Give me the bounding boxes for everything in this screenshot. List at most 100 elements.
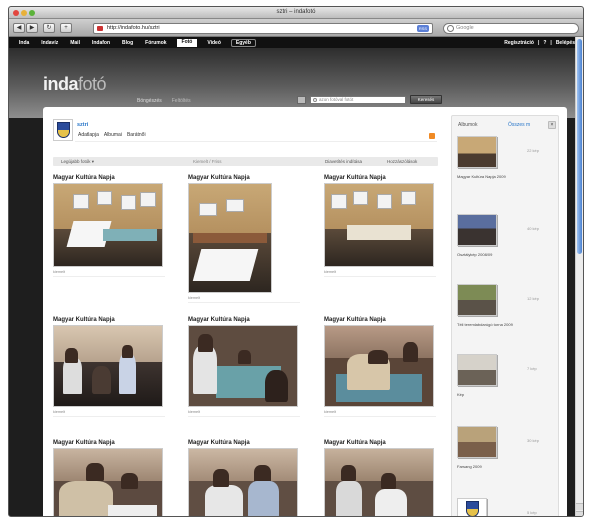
photo-grid: Magyar Kultúra Napja kiemelt Magyar Kult… <box>53 175 443 516</box>
photo-card: Magyar Kultúra Napja kiemelt <box>188 175 300 303</box>
photo-card: Magyar Kultúra Napja kiemelt <box>53 317 165 417</box>
add-bookmark-button[interactable]: + <box>60 23 72 33</box>
photo-thumbnail[interactable] <box>324 325 434 407</box>
photo-tag: kiemelt <box>324 270 337 274</box>
albums-title: Albumok <box>458 122 478 128</box>
photo-search-input[interactable]: azon fotóval fotót <box>310 95 406 104</box>
photo-title[interactable]: Magyar Kultúra Napja <box>324 440 436 446</box>
photo-card: Magyar Kultúra Napja <box>324 440 436 516</box>
user-name[interactable]: sztri <box>77 122 88 128</box>
browse-link[interactable]: Böngészés <box>137 98 162 104</box>
rss-feed-icon[interactable] <box>429 133 435 139</box>
url-text: http://indafoto.hu/sztri <box>107 25 160 31</box>
photo-thumbnail[interactable] <box>188 183 272 293</box>
photo-title[interactable]: Magyar Kultúra Napja <box>324 317 436 323</box>
nav-item-inda[interactable]: Inda <box>17 40 31 47</box>
tab-baratnoi[interactable]: Barátnői <box>127 132 146 141</box>
photo-thumbnail[interactable] <box>53 183 163 267</box>
nav-item-indaviz[interactable]: Indavíz <box>39 40 60 47</box>
album-item[interactable]: 40 kép Osztálykép 2008/09 <box>457 214 555 257</box>
filter-link[interactable]: Kiemelt / Friss <box>193 159 222 164</box>
photo-thumbnail[interactable] <box>188 325 298 407</box>
search-button[interactable]: Keresés <box>410 95 442 104</box>
nav-item-forumok[interactable]: Fórumok <box>143 40 168 47</box>
nav-item-mail[interactable]: Mail <box>68 40 82 47</box>
photo-tag: kiemelt <box>324 410 337 414</box>
album-thumbnail[interactable] <box>457 214 497 246</box>
album-name[interactable]: Téli teremlabdarúgó torna 2009 <box>457 322 555 327</box>
search-icon <box>313 97 317 102</box>
photo-thumbnail[interactable] <box>324 448 434 516</box>
album-thumbnail[interactable] <box>457 354 497 386</box>
rss-icon[interactable]: RSS <box>417 25 429 32</box>
page-scrollbar[interactable] <box>575 37 583 516</box>
album-item[interactable]: 5 kép <box>457 498 555 516</box>
reload-button[interactable]: ↻ <box>43 23 55 33</box>
indafoto-logo[interactable]: indafotó <box>43 74 107 95</box>
browser-toolbar: ◀ ▶ ↻ + http://indafoto.hu/sztri RSS Goo… <box>9 19 583 37</box>
photo-title[interactable]: Magyar Kultúra Napja <box>324 175 436 181</box>
photo-card: Magyar Kultúra Napja kiemelt <box>324 175 436 277</box>
album-name[interactable]: Osztálykép 2008/09 <box>457 252 555 257</box>
login-link[interactable]: Belépés <box>556 40 575 46</box>
photo-title[interactable]: Magyar Kultúra Napja <box>188 440 300 446</box>
search-option-icon[interactable] <box>297 95 306 104</box>
album-count: 22 kép <box>527 148 540 153</box>
back-button[interactable]: ◀ <box>13 23 25 33</box>
photo-title[interactable]: Magyar Kultúra Napja <box>53 440 165 446</box>
album-name[interactable]: Farsang 2009 <box>457 464 555 469</box>
nav-item-blog[interactable]: Blog <box>120 40 135 47</box>
photo-thumbnail[interactable] <box>53 325 163 407</box>
scrollbar-thumb[interactable] <box>577 39 582 254</box>
photo-title[interactable]: Magyar Kultúra Napja <box>53 175 165 181</box>
photo-tag: kiemelt <box>53 270 66 274</box>
site-favicon-icon <box>97 26 103 31</box>
magnifier-icon <box>447 25 454 32</box>
nav-separator: | <box>537 40 540 46</box>
all-albums-link[interactable]: Összes m <box>508 122 530 128</box>
photo-card: Magyar Kultúra Napja <box>188 440 300 516</box>
photo-title[interactable]: Magyar Kultúra Napja <box>188 175 300 181</box>
tab-adatlapja[interactable]: Adatlapja <box>78 132 99 141</box>
photo-card: Magyar Kultúra Napja kiemelt <box>188 317 300 417</box>
photo-thumbnail[interactable] <box>324 183 434 267</box>
album-count: 30 kép <box>527 438 540 443</box>
photo-thumbnail[interactable] <box>188 448 298 516</box>
nav-item-egyeb[interactable]: Egyéb <box>230 39 256 47</box>
school-crest-icon <box>466 501 479 516</box>
album-name[interactable]: Kép <box>457 392 555 397</box>
album-thumbnail[interactable] <box>457 426 497 458</box>
upload-link[interactable]: Feltöltés <box>172 98 191 104</box>
photo-thumbnail[interactable] <box>53 448 163 516</box>
album-item[interactable]: 12 kép Téli teremlabdarúgó torna 2009 <box>457 284 555 327</box>
comments-link[interactable]: Hozzászólások <box>387 159 417 164</box>
logo-bold: inda <box>43 74 79 94</box>
sort-dropdown[interactable]: Legújabb fotók ▾ <box>61 159 94 165</box>
photo-title[interactable]: Magyar Kultúra Napja <box>188 317 300 323</box>
forward-button[interactable]: ▶ <box>26 23 38 33</box>
help-link[interactable]: ? <box>543 40 546 46</box>
url-field[interactable]: http://indafoto.hu/sztri RSS <box>93 23 433 34</box>
main-content: sztri Adatlapja Albumai Barátnői Legújab… <box>43 107 567 516</box>
nav-separator: | <box>550 40 552 46</box>
album-thumbnail[interactable] <box>457 284 497 316</box>
register-link[interactable]: Regisztráció <box>504 40 534 46</box>
scroll-down-arrow-icon[interactable] <box>576 511 583 516</box>
photo-title[interactable]: Magyar Kultúra Napja <box>53 317 165 323</box>
profile-tabs: Adatlapja Albumai Barátnői <box>75 132 437 142</box>
nav-item-foto[interactable]: Fotó <box>176 39 198 47</box>
album-item[interactable]: 30 kép Farsang 2009 <box>457 426 555 469</box>
scroll-up-arrow-icon[interactable] <box>576 503 583 510</box>
album-thumbnail[interactable] <box>457 136 497 168</box>
tab-albumai[interactable]: Albumai <box>104 132 122 141</box>
album-item[interactable]: 7 kép Kép <box>457 354 555 397</box>
album-name[interactable]: Magyar Kultúra Napja 2009 <box>457 174 555 179</box>
collapse-button[interactable]: × <box>548 121 556 129</box>
slideshow-link[interactable]: Diavetítés indítása <box>325 159 362 164</box>
avatar[interactable] <box>53 119 73 141</box>
browser-search-field[interactable]: Google <box>443 23 579 34</box>
album-item[interactable]: 22 kép Magyar Kultúra Napja 2009 <box>457 136 555 179</box>
nav-item-indafon[interactable]: Indafon <box>90 40 112 47</box>
nav-item-video[interactable]: Videó <box>205 40 223 47</box>
album-thumbnail[interactable] <box>457 498 487 516</box>
